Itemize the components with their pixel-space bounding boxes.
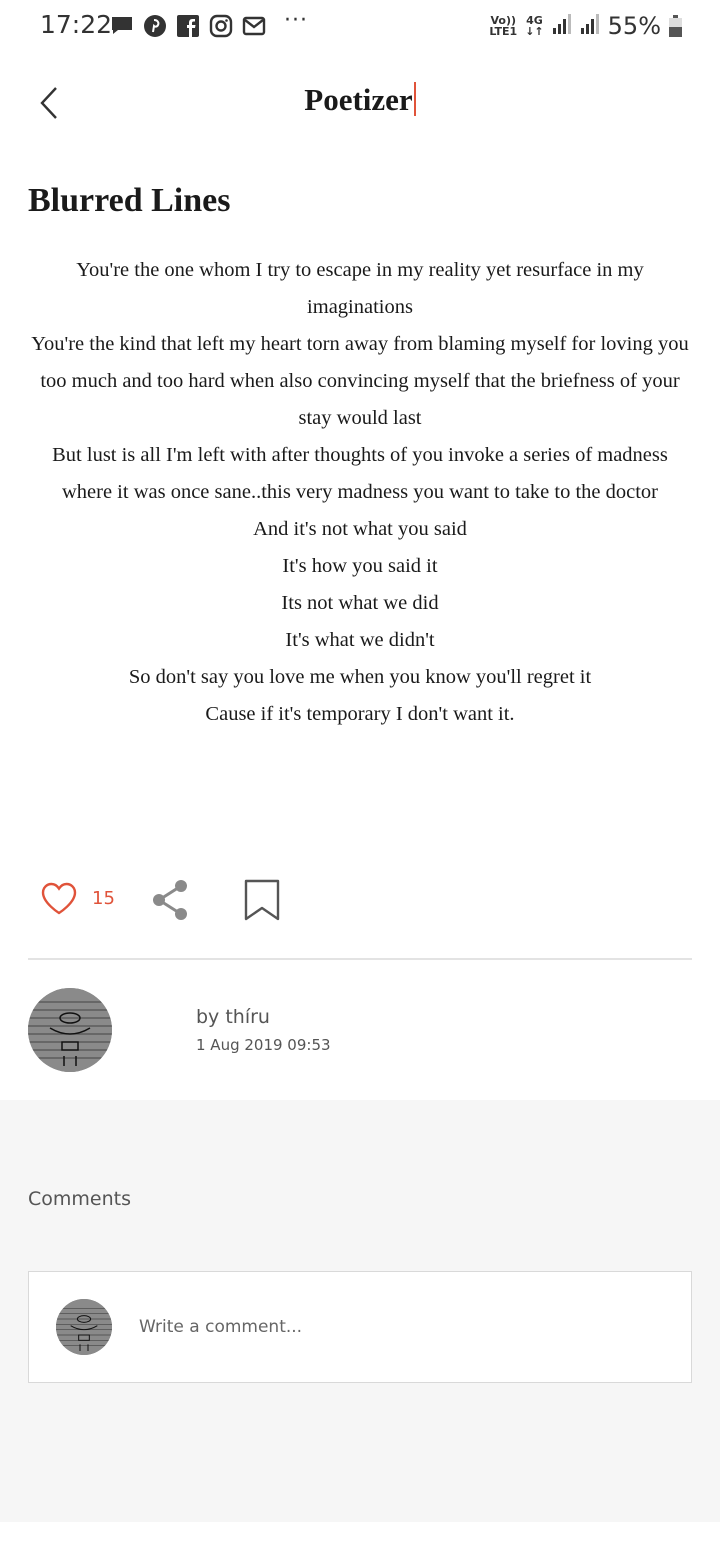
- heart-icon: [41, 882, 77, 915]
- poem-line: You're the kind that left my heart torn …: [31, 333, 689, 429]
- poem-body: You're the one whom I try to escape in m…: [28, 252, 692, 733]
- avatar-image: [56, 1299, 112, 1355]
- status-time: 17:22: [40, 10, 113, 39]
- status-bar: 17:22 ··· Vo)) LTE1 4G ↓↑ 55%: [0, 0, 720, 56]
- like-count: 15: [92, 888, 115, 909]
- message-icon: [110, 14, 134, 38]
- volte-indicator: Vo)) LTE1: [489, 14, 518, 38]
- poem-title: Blurred Lines: [28, 182, 231, 219]
- poem-line: Its not what we did: [281, 592, 439, 614]
- poem-actions: 15: [40, 876, 340, 926]
- signal-strength-icon-2: [580, 13, 600, 39]
- battery-percentage: 55%: [607, 12, 661, 40]
- facebook-icon: [176, 14, 200, 38]
- bookmark-button[interactable]: [243, 878, 281, 922]
- comments-heading: Comments: [28, 1188, 131, 1210]
- gmail-icon: [242, 14, 266, 38]
- share-icon: [153, 880, 187, 920]
- poem-line: Cause if it's temporary I don't want it.: [205, 703, 515, 725]
- more-notifications-icon: ···: [284, 8, 308, 33]
- pinterest-icon: [143, 14, 167, 38]
- divider: [28, 958, 692, 960]
- bookmark-icon: [244, 879, 280, 921]
- system-indicators: Vo)) LTE1 4G ↓↑ 55%: [489, 12, 682, 40]
- author-name[interactable]: by thíru: [196, 1006, 270, 1028]
- battery-icon: [669, 15, 682, 37]
- publish-date: 1 Aug 2019 09:53: [196, 1036, 331, 1054]
- poem-line: So don't say you love me when you know y…: [128, 666, 592, 688]
- author-avatar[interactable]: [28, 988, 112, 1072]
- poem-line: You're the one whom I try to escape in m…: [76, 259, 644, 318]
- poem-line: And it's not what you said: [253, 518, 467, 540]
- instagram-icon: [209, 14, 233, 38]
- share-button[interactable]: [150, 878, 190, 922]
- network-type-indicator: 4G ↓↑: [525, 14, 544, 38]
- poem-line: It's how you said it: [282, 555, 438, 577]
- comment-input[interactable]: [139, 1312, 639, 1342]
- text-cursor: [413, 82, 416, 116]
- poem-line: It's what we didn't: [285, 629, 435, 651]
- poem-line: But lust is all I'm left with after thou…: [52, 444, 668, 503]
- signal-strength-icon: [552, 13, 572, 39]
- comment-composer[interactable]: [28, 1271, 692, 1383]
- avatar-image: [28, 988, 112, 1072]
- comments-section: Comments: [0, 1100, 720, 1522]
- user-avatar: [56, 1299, 112, 1355]
- like-button[interactable]: [40, 880, 78, 918]
- notification-icons: [110, 14, 266, 38]
- app-title: Poetizer: [0, 82, 720, 118]
